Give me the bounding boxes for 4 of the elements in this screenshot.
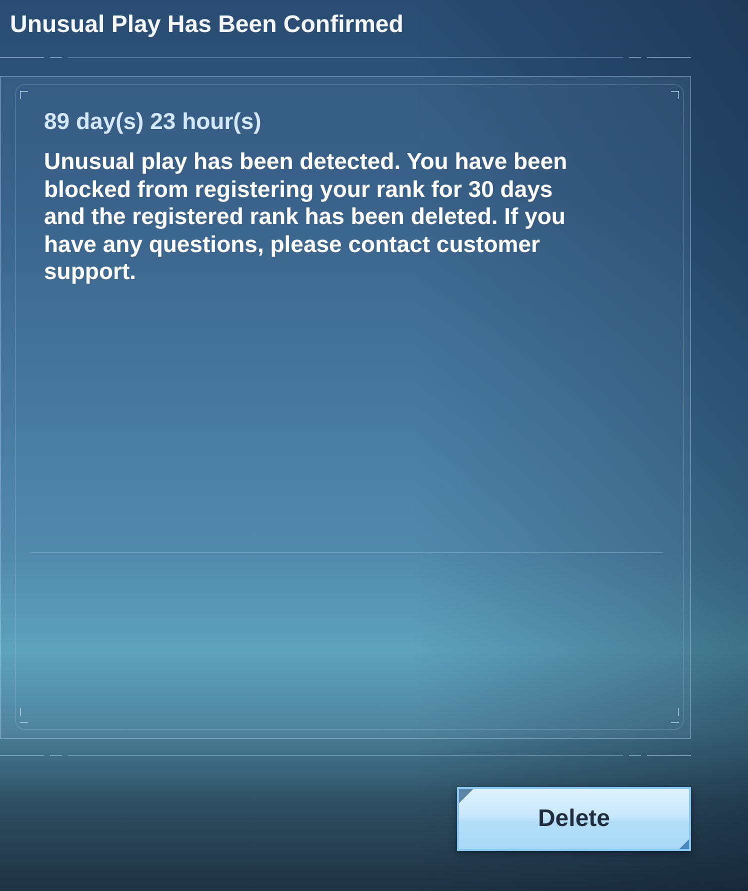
- message-text: Unusual play has been detected. You have been blocked from registering your rank for 30 days and the registered rank has been deleted. If you have any questions, please contact customer support.: [44, 148, 568, 286]
- remaining-time: 89 day(s) 23 hour(s): [44, 107, 262, 135]
- dialog-title: Unusual Play Has Been Confirmed: [9, 10, 404, 39]
- delete-button[interactable]: Delete: [457, 787, 691, 851]
